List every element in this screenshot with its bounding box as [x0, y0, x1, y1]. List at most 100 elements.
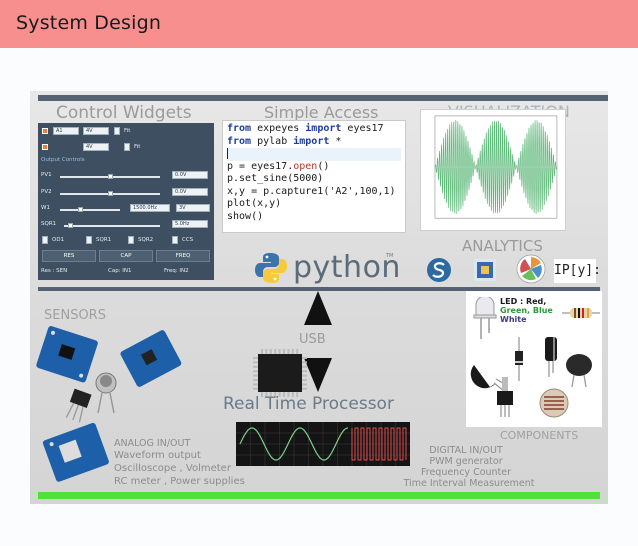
- python-logo-icon: [255, 253, 287, 283]
- sqr1-checkbox-label: SQR1: [96, 237, 112, 243]
- chip-pin: [253, 361, 258, 364]
- output-controls-label: Output Controls: [41, 157, 85, 163]
- code-line-7: plot(x,y): [227, 198, 282, 209]
- ipython-icon: IP[y]:: [554, 259, 601, 283]
- pv2-slider-knob[interactable]: [108, 191, 113, 196]
- chip-pin: [253, 365, 258, 368]
- od1-checkbox[interactable]: [42, 236, 48, 244]
- chip-pin: [265, 349, 268, 354]
- analog-line-3: RC meter , Power supplies: [114, 476, 245, 487]
- res-button[interactable]: RES: [42, 250, 96, 262]
- ccs-checkbox[interactable]: [172, 236, 178, 244]
- res-readout: Res : SEN: [41, 268, 68, 274]
- led-caption: LED : Red, Green, Blue White: [500, 297, 553, 324]
- chip-pin: [253, 374, 258, 377]
- matplotlib-icon: [516, 254, 546, 284]
- usb-label: USB: [299, 332, 326, 347]
- code-line-8: show(): [227, 210, 264, 222]
- cap-readout: Cap: IN1: [108, 268, 132, 274]
- chip-pin: [302, 361, 307, 364]
- components-title: COMPONENTS: [500, 429, 579, 442]
- pv1-value[interactable]: 0.0V: [172, 171, 208, 179]
- python-trademark: TM: [386, 253, 394, 259]
- capacitor-icon: [545, 337, 557, 377]
- digital-line-2: Frequency Counter: [420, 467, 512, 478]
- chip-pin: [291, 349, 294, 354]
- chan2-checkbox[interactable]: [42, 144, 48, 150]
- top-divider: [38, 95, 608, 101]
- chip-pin: [274, 349, 277, 354]
- analytics-title: ANALYTICS: [462, 237, 543, 255]
- chan1-checkbox[interactable]: [42, 128, 48, 134]
- w1-slider-knob[interactable]: [78, 207, 83, 212]
- freq-readout: Freq: IN2: [164, 268, 189, 274]
- sqr2-checkbox[interactable]: [128, 236, 134, 244]
- sqr1-slider-knob[interactable]: [68, 223, 73, 228]
- python-code-panel: from expeyes import eyes17 from pylab im…: [222, 120, 406, 233]
- code-line-5: p.set_sine(5000): [227, 173, 324, 184]
- chip-pin: [253, 387, 258, 390]
- system-design-poster: Control Widgets Simple Access VISUALIZAT…: [30, 91, 608, 504]
- sqr1-slider[interactable]: [64, 223, 160, 228]
- resistor-icon: [562, 308, 600, 318]
- pv1-slider[interactable]: [60, 174, 160, 179]
- pv2-label: PV2: [41, 189, 52, 195]
- sqr1-checkbox[interactable]: [86, 236, 92, 244]
- chan1-range-select[interactable]: 4V: [83, 127, 109, 135]
- digital-line-1: PWM generator: [429, 456, 503, 467]
- chip-pin: [287, 349, 290, 354]
- chip-pin: [269, 349, 272, 354]
- code-line-3: [227, 148, 401, 161]
- chip-pin: [278, 349, 281, 354]
- chip-pin: [296, 349, 299, 354]
- sqr1-label: SQR1: [41, 221, 57, 227]
- w1-amplitude-select[interactable]: 3V: [176, 204, 210, 212]
- sqr2-checkbox-label: SQR2: [138, 237, 154, 243]
- scipy-icon: [427, 258, 451, 282]
- w1-label: W1: [41, 205, 50, 211]
- digital-line-3: Time Interval Measurement: [403, 478, 535, 489]
- control-widgets-panel: A1 4V Fit 4V Fit Output Controls PV1 0.0…: [38, 123, 214, 280]
- analog-title: ANALOG IN/OUT: [114, 438, 191, 449]
- code-line-4: p = eyes17.open(): [227, 160, 330, 172]
- ldr-icon: [539, 388, 569, 418]
- sqr1-value[interactable]: 5.0Hz: [172, 220, 208, 228]
- pv2-slider[interactable]: [60, 191, 160, 196]
- arrow-up-icon: [304, 291, 332, 325]
- python-wordmark: python: [293, 250, 401, 285]
- fit2-label: Fit: [134, 144, 141, 150]
- chip-pin: [253, 379, 258, 381]
- chan2-select[interactable]: [53, 143, 79, 151]
- chan2-range-select[interactable]: 4V: [83, 143, 109, 151]
- slide-header: System Design: [0, 0, 638, 48]
- chip-pin: [253, 370, 258, 373]
- led-icon: [473, 297, 497, 339]
- w1-frequency-value[interactable]: 1500.0Hz: [130, 204, 170, 212]
- pv1-slider-knob[interactable]: [108, 174, 113, 179]
- pv1-label: PV1: [41, 172, 52, 178]
- w1-slider[interactable]: [60, 207, 120, 212]
- code-line-1: from expeyes import eyes17: [227, 123, 384, 134]
- oscilloscope-icon: [236, 422, 410, 466]
- fit1-checkbox[interactable]: [114, 127, 120, 135]
- fit2-checkbox[interactable]: [124, 143, 130, 151]
- cap-button[interactable]: CAP: [99, 250, 153, 262]
- analog-line-2: Oscilloscope , Volmeter: [114, 463, 231, 474]
- fit1-label: Fit: [124, 128, 131, 134]
- control-widgets-title: Control Widgets: [56, 103, 192, 123]
- od1-label: OD1: [52, 237, 65, 243]
- buzzer-icon: [566, 354, 592, 387]
- chip-pin: [261, 349, 263, 354]
- chan1-select[interactable]: A1: [53, 127, 79, 135]
- analog-line-1: Waveform output: [114, 450, 201, 461]
- pv2-value[interactable]: 0.0V: [172, 188, 208, 196]
- freq-button[interactable]: FREQ: [156, 250, 210, 262]
- led-caption-line-2: Green, Blue: [500, 306, 553, 315]
- components-panel: LED : Red, Green, Blue White: [466, 291, 602, 427]
- led-caption-line-3: White: [500, 315, 527, 324]
- real-time-processor-label: Real Time Processor: [223, 394, 394, 414]
- digital-title: DIGITAL IN/OUT: [429, 445, 503, 456]
- potentiometer-icon: [497, 377, 513, 417]
- code-line-6: x,y = p.capture1('A2',100,1): [227, 185, 396, 197]
- code-line-2: from pylab import *: [227, 135, 342, 147]
